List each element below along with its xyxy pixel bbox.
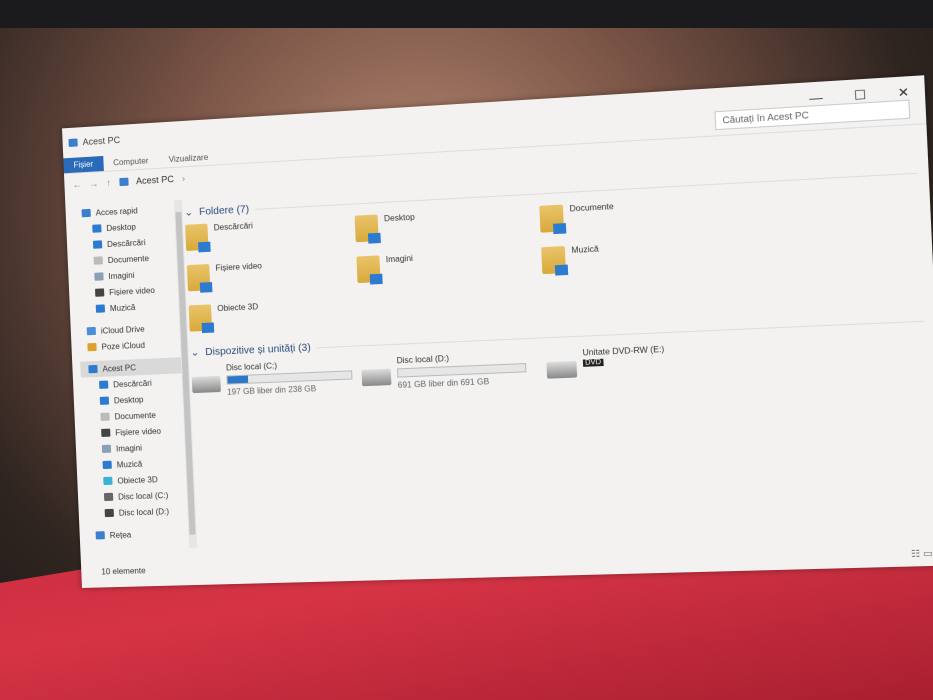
sidebar-item-label: Imagini <box>108 270 135 281</box>
folder-item[interactable]: Fișiere video <box>186 257 358 298</box>
sidebar-item-label: Fișiere video <box>108 285 156 297</box>
folder-icon <box>186 263 213 293</box>
folder-icon <box>541 246 569 276</box>
drive-item[interactable]: Disc local (D:) 691 GB liber din 691 GB <box>361 350 547 392</box>
sidebar-item-label: Imagini <box>115 443 143 453</box>
sidebar-item-label: Acest PC <box>102 362 137 374</box>
sidebar-item[interactable]: Muzică <box>78 297 179 318</box>
drive-free-space: 197 GB liber din 238 GB <box>226 384 317 397</box>
dvd-drive-icon <box>546 360 578 379</box>
content-pane: ⌄ Foldere (7) Descărcări Desktop Documente… <box>184 163 926 398</box>
navigation-pane: Acces rapid Desktop Descărcări Documente Ima… <box>73 200 189 556</box>
sidebar-item-icon <box>102 460 112 470</box>
pc-icon <box>68 138 78 147</box>
maximize-button[interactable]: ☐ <box>854 87 867 103</box>
drive-item[interactable]: Unitate DVD-RW (E:) DVD <box>546 340 765 384</box>
folder-label: Fișiere video <box>215 261 263 273</box>
folder-item[interactable]: Imagini <box>356 247 542 289</box>
folder-icon <box>185 223 211 253</box>
sidebar-item-label: Muzică <box>109 302 136 313</box>
sidebar-item-label: Disc local (C:) <box>117 490 169 502</box>
sidebar-item-icon <box>92 240 103 249</box>
up-icon[interactable]: ↑ <box>106 178 111 188</box>
folder-label: Documente <box>569 201 614 214</box>
folder-label: Muzică <box>571 244 599 256</box>
back-icon[interactable]: ← <box>72 179 81 190</box>
drive-item[interactable]: Disc local (C:) 197 GB liber din 238 GB <box>191 358 362 399</box>
breadcrumb[interactable]: Acest PC <box>136 174 174 186</box>
sidebar-item-label: Desktop <box>106 221 137 233</box>
minimize-button[interactable]: — <box>809 90 823 106</box>
sidebar-item-icon <box>81 208 91 218</box>
sidebar-item-label: Descărcări <box>106 237 146 249</box>
sidebar-item-icon <box>104 508 114 518</box>
drive-free-space: 691 GB liber din 691 GB <box>397 376 490 390</box>
folder-item[interactable]: Documente <box>539 196 731 239</box>
sidebar-item-label: Desktop <box>113 394 144 405</box>
folder-item[interactable]: Muzică <box>541 238 733 281</box>
status-bar-count: 10 elemente <box>101 566 146 577</box>
folder-label: Obiecte 3D <box>217 302 259 314</box>
folder-icon <box>354 214 381 244</box>
drive-name: Unitate DVD-RW (E:) <box>582 344 665 358</box>
file-explorer-window: Acest PC — ☐ ✕ Fișier Computer Vizualiza… <box>61 75 933 588</box>
tab-file[interactable]: Fișier <box>63 155 104 174</box>
sidebar-item-icon <box>86 326 97 336</box>
sidebar-item-icon <box>92 224 102 233</box>
hard-drive-icon <box>191 375 221 394</box>
sidebar-item-label: Documente <box>107 253 150 265</box>
folder-item[interactable]: Obiecte 3D <box>188 297 360 337</box>
sidebar-item-icon <box>88 364 98 374</box>
sidebar-item[interactable]: Disc local (D:) <box>86 502 187 521</box>
sidebar-item-icon <box>93 256 103 265</box>
sidebar-item-icon <box>87 342 97 352</box>
sidebar-item-label: Poze iCloud <box>101 340 146 352</box>
sidebar-item-icon <box>103 476 113 486</box>
sidebar-item-icon <box>99 380 109 389</box>
window-title: Acest PC <box>82 134 121 148</box>
sidebar-item-icon <box>95 531 105 540</box>
folder-label: Imagini <box>385 253 414 265</box>
folder-icon <box>188 304 215 334</box>
monitor-bezel <box>0 0 933 28</box>
sidebar-item-icon <box>100 412 110 421</box>
sidebar-item-icon <box>94 272 104 281</box>
sidebar-item-label: Descărcări <box>113 378 152 389</box>
sidebar-item[interactable]: Poze iCloud <box>79 335 180 356</box>
sidebar-item-label: Obiecte 3D <box>117 474 158 486</box>
sidebar-item-icon <box>103 492 114 502</box>
folder-icon <box>356 255 383 285</box>
sidebar-item-label: Documente <box>114 410 156 421</box>
sidebar-item-icon <box>101 444 112 453</box>
sidebar-item-label: Disc local (D:) <box>118 506 170 518</box>
pc-icon <box>118 177 129 187</box>
sidebar-item-label: Muzică <box>116 459 143 470</box>
tab-computer[interactable]: Computer <box>103 153 159 171</box>
sidebar-item-icon <box>99 396 110 405</box>
sidebar-item-label: iCloud Drive <box>100 324 145 336</box>
folder-item[interactable]: Descărcări <box>185 216 356 257</box>
sidebar-item-label: Fișiere video <box>115 426 162 437</box>
dvd-badge: DVD <box>582 358 604 367</box>
close-button[interactable]: ✕ <box>897 85 909 101</box>
hard-drive-icon <box>361 368 392 387</box>
folder-label: Desktop <box>383 212 415 224</box>
forward-icon[interactable]: → <box>89 178 98 189</box>
sidebar-item[interactable]: Rețea <box>87 525 188 544</box>
chevron-right-icon: › <box>181 173 186 184</box>
sidebar-item-icon <box>95 304 106 313</box>
folder-label: Descărcări <box>213 221 253 233</box>
view-toggle-icons[interactable]: ☷ ▭ <box>911 548 933 560</box>
sidebar-item-label: Acces rapid <box>95 205 138 218</box>
folder-item[interactable]: Desktop <box>354 206 541 249</box>
folder-icon <box>539 204 567 235</box>
sidebar-item-label: Rețea <box>109 529 132 540</box>
sidebar-item-icon <box>94 288 105 297</box>
sidebar-item-icon <box>101 428 111 437</box>
